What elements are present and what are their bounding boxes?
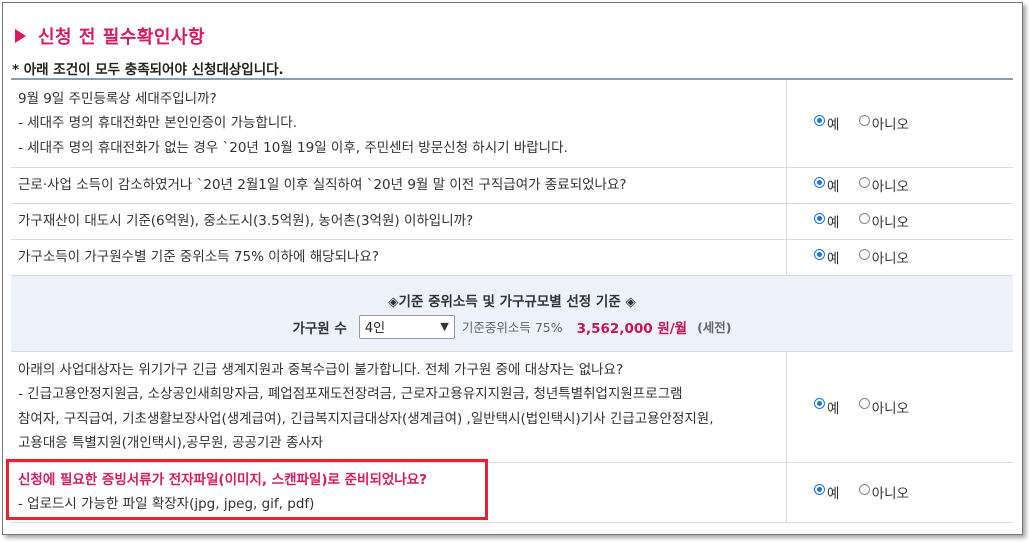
answer-group: 예 아니오 (786, 462, 1013, 523)
radio-no[interactable] (858, 483, 870, 495)
chevron-down-icon: ▼ (440, 320, 449, 333)
household-size-label: 가구원 수 (292, 320, 347, 337)
no-option[interactable]: 아니오 (858, 482, 909, 502)
radio-no[interactable] (858, 398, 870, 409)
yes-option[interactable]: 예 (814, 397, 839, 417)
radio-yes[interactable] (814, 212, 825, 224)
income-criteria-title: ◈기준 중위소득 및 가구규모별 선정 기준 ◈ (388, 293, 636, 310)
question-row: 아래의 사업대상자는 위기가구 긴급 생계지원과 중복수급이 불가합니다. 전체… (11, 351, 1013, 463)
income-criteria-row: ◈기준 중위소득 및 가구규모별 선정 기준 ◈ 가구원 수 4인 ▼ 기준중위… (11, 275, 1013, 352)
eligibility-notice: * 아래 조건이 모두 충족되어야 신청대상입니다. (12, 62, 284, 78)
answer-group: 예 아니오 (786, 79, 1013, 168)
radio-yes[interactable] (814, 483, 825, 495)
radio-yes[interactable] (814, 248, 825, 260)
radio-no[interactable] (858, 212, 870, 224)
question-text: 아래의 사업대상자는 위기가구 긴급 생계지원과 중복수급이 불가합니다. 전체… (11, 351, 787, 463)
question-row: 9월 9일 주민등록상 세대주입니까? - 세대주 명의 휴대전화만 본인인증이… (11, 79, 1013, 168)
standard-income-label: 기준중위소득 75% (461, 320, 563, 335)
page-title: 신청 전 필수확인사항 (38, 27, 206, 48)
answer-group: 예 아니오 (786, 203, 1013, 240)
radio-yes[interactable] (814, 398, 825, 409)
income-criteria-line: 가구원 수 4인 ▼ 기준중위소득 75% 3,562,000 원/월 (세전) (11, 314, 1013, 351)
yes-option[interactable]: 예 (814, 247, 839, 267)
no-option[interactable]: 아니오 (858, 397, 909, 417)
radio-no[interactable] (858, 176, 870, 188)
yes-option[interactable]: 예 (814, 211, 839, 231)
radio-no[interactable] (858, 248, 870, 260)
radio-no[interactable] (858, 114, 870, 126)
household-size-select[interactable]: 4인 ▼ (358, 314, 455, 339)
yes-option[interactable]: 예 (814, 175, 839, 195)
question-text: 가구소득이 가구원수별 기준 중위소득 75% 이하에 해당되나요? (11, 239, 787, 276)
no-option[interactable]: 아니오 (858, 247, 909, 267)
tax-note: (세전) (697, 320, 732, 335)
answer-group: 예 아니오 (786, 351, 1013, 463)
checklist-table: 9월 9일 주민등록상 세대주입니까? - 세대주 명의 휴대전화만 본인인증이… (11, 78, 1013, 523)
radio-yes[interactable] (814, 114, 825, 126)
yes-option[interactable]: 예 (814, 113, 839, 133)
question-text: 가구재산이 대도시 기준(6억원), 중소도시(3.5억원), 농어촌(3억원)… (11, 203, 787, 240)
eligibility-panel: 신청 전 필수확인사항 * 아래 조건이 모두 충족되어야 신청대상입니다. 9… (2, 2, 1023, 535)
question-row: 가구재산이 대도시 기준(6억원), 중소도시(3.5억원), 농어촌(3억원)… (11, 203, 1013, 240)
answer-group: 예 아니오 (786, 239, 1013, 276)
yes-option[interactable]: 예 (814, 482, 839, 502)
section-header: 신청 전 필수확인사항 (15, 23, 205, 49)
income-criteria-box: ◈기준 중위소득 및 가구규모별 선정 기준 ◈ 가구원 수 4인 ▼ 기준중위… (11, 275, 1013, 352)
question-row: 가구소득이 가구원수별 기준 중위소득 75% 이하에 해당되나요? 예 아니오 (11, 239, 1013, 276)
no-option[interactable]: 아니오 (858, 175, 909, 195)
triangle-right-icon (15, 29, 26, 43)
no-option[interactable]: 아니오 (858, 211, 909, 231)
income-amount: 3,562,000 원/월 (576, 320, 688, 337)
question-text: 9월 9일 주민등록상 세대주입니까? - 세대주 명의 휴대전화만 본인인증이… (11, 79, 787, 168)
question-text: 근로·사업 소득이 감소하였거나 `20년 2월1일 이후 실직하여 `20년 … (11, 167, 787, 204)
radio-yes[interactable] (814, 176, 825, 188)
question-row: 신청에 필요한 증빙서류가 전자파일(이미지, 스캔파일)로 준비되었나요? -… (11, 462, 1013, 523)
no-option[interactable]: 아니오 (858, 113, 909, 133)
answer-group: 예 아니오 (786, 167, 1013, 204)
question-row: 근로·사업 소득이 감소하였거나 `20년 2월1일 이후 실직하여 `20년 … (11, 167, 1013, 204)
question-text: 신청에 필요한 증빙서류가 전자파일(이미지, 스캔파일)로 준비되었나요? -… (11, 462, 787, 523)
